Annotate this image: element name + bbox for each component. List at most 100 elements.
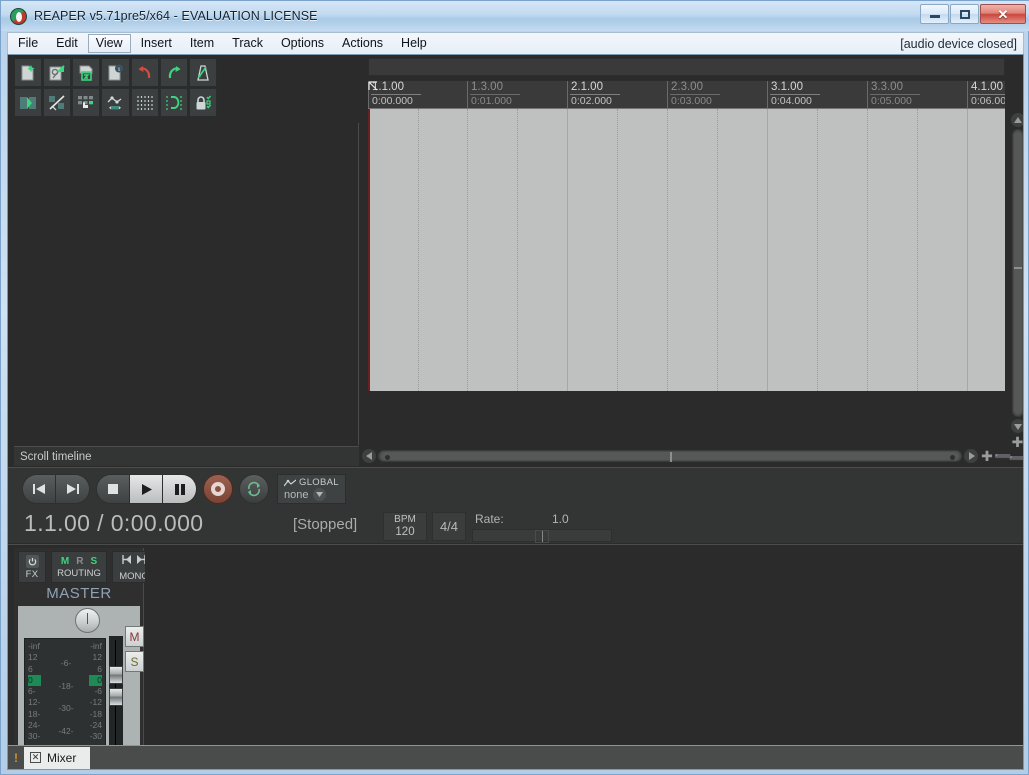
repeat-button[interactable]: [239, 474, 269, 504]
play-button[interactable]: [130, 475, 163, 503]
playback-time-display[interactable]: 1.1.00 / 0:00.000: [24, 510, 203, 537]
stop-button[interactable]: [97, 475, 130, 503]
fx-button[interactable]: FX: [18, 551, 46, 583]
solo-button[interactable]: S: [125, 651, 144, 672]
zoom-in-button[interactable]: ✚: [980, 449, 994, 463]
mute-label: M: [129, 629, 140, 644]
pause-button[interactable]: [163, 475, 196, 503]
grid-line: [967, 109, 968, 391]
vertical-scroll-track[interactable]: [1011, 129, 1023, 417]
bpm-control[interactable]: BPM 120: [383, 512, 427, 541]
menu-bar: File Edit View Insert Item Track Options…: [7, 32, 1024, 54]
scroll-handle-right[interactable]: [950, 455, 955, 460]
ruler-measure: 1.3.00: [470, 81, 520, 95]
scroll-up-arrow-icon[interactable]: [1010, 113, 1023, 127]
grid-line: [567, 109, 568, 391]
horizontal-scroll-track[interactable]: [378, 450, 962, 462]
master-volume-fader[interactable]: [109, 636, 123, 745]
scroll-handle-left[interactable]: [385, 455, 390, 460]
record-button[interactable]: [203, 474, 233, 504]
routing-button[interactable]: M R S ROUTING: [51, 551, 107, 583]
menu-item-track[interactable]: Track: [224, 34, 271, 53]
svg-text:i: i: [119, 66, 121, 73]
menu-item-item[interactable]: Item: [182, 34, 222, 53]
close-icon[interactable]: ✕: [30, 752, 41, 763]
envelope-icon[interactable]: [101, 88, 130, 117]
redo-icon[interactable]: [159, 58, 188, 87]
item-split-icon[interactable]: [14, 88, 43, 117]
meter-label: -30: [89, 731, 102, 742]
app-body: i Scroll timeline 1.1.00 0:00.000 1.3.00…: [7, 54, 1024, 746]
ruler-mark: 2.3.00 0:03.000: [667, 81, 720, 108]
record-icon: [211, 482, 225, 496]
vertical-scroll-thumb[interactable]: [1013, 132, 1022, 414]
arrange-empty-area[interactable]: [368, 391, 1005, 443]
meter-label: 30-: [28, 731, 41, 742]
save-project-icon[interactable]: [72, 58, 101, 87]
minimize-button[interactable]: [920, 4, 949, 24]
audio-device-status: [audio device closed]: [900, 36, 1017, 51]
meter-label: 12: [92, 652, 102, 663]
meter-label: 18-: [28, 708, 41, 719]
vertical-scrollbar[interactable]: ✚ ➖: [1009, 113, 1023, 465]
grid-toggle-icon[interactable]: [130, 88, 159, 117]
scroll-left-arrow-icon[interactable]: [362, 449, 376, 463]
rate-slider-thumb[interactable]: [535, 530, 549, 543]
meter-label: -24: [89, 720, 102, 731]
menu-item-file[interactable]: File: [10, 34, 46, 53]
status-strip: Scroll timeline: [14, 446, 359, 466]
new-project-icon[interactable]: [14, 58, 43, 87]
track-control-panel-area[interactable]: [14, 123, 359, 445]
zoom-out-vertical-button[interactable]: ➖: [1009, 451, 1023, 465]
go-to-end-button[interactable]: [56, 475, 89, 503]
automation-scope-label: GLOBAL: [299, 477, 339, 488]
arrange-canvas[interactable]: [368, 108, 1005, 391]
automation-mode-selector[interactable]: GLOBAL none: [277, 474, 346, 504]
fader-handle-right[interactable]: [109, 688, 123, 706]
undo-icon[interactable]: [130, 58, 159, 87]
chevron-down-icon[interactable]: [313, 488, 327, 501]
mixer-empty-area[interactable]: [145, 548, 1019, 745]
menu-item-actions[interactable]: Actions: [334, 34, 391, 53]
menu-item-view[interactable]: View: [87, 34, 131, 53]
loop-toggle-icon[interactable]: [159, 88, 188, 117]
arrange-top-strip[interactable]: [368, 58, 1005, 76]
rate-slider-track[interactable]: [472, 529, 612, 543]
project-settings-icon[interactable]: i: [101, 58, 130, 87]
docker-tab-mixer[interactable]: ✕ Mixer: [24, 746, 91, 769]
grid-line: [467, 109, 468, 391]
mute-button[interactable]: M: [125, 626, 144, 647]
menu-item-edit[interactable]: Edit: [48, 34, 86, 53]
pan-knob[interactable]: [75, 608, 100, 633]
scroll-down-arrow-icon[interactable]: [1010, 419, 1023, 433]
alert-indicator[interactable]: !: [14, 751, 18, 765]
menu-item-insert[interactable]: Insert: [133, 34, 180, 53]
go-to-start-button[interactable]: [23, 475, 56, 503]
fader-handle-left[interactable]: [109, 666, 123, 684]
menu-item-options[interactable]: Options: [273, 34, 332, 53]
bpm-value: 120: [395, 526, 415, 538]
metronome-icon[interactable]: [188, 58, 217, 87]
mute-solo-buttons: M S: [125, 626, 145, 676]
open-project-icon[interactable]: [43, 58, 72, 87]
meter-label: -30-: [58, 703, 74, 714]
item-crossfade-icon[interactable]: [43, 88, 72, 117]
menu-item-help[interactable]: Help: [393, 34, 435, 53]
meter-scale-right: -inf 12 6 0 -6 -12 -18 -24 -30 -36 -42 -…: [80, 641, 102, 745]
zoom-in-vertical-button[interactable]: ✚: [1011, 435, 1023, 449]
grid-line: [517, 109, 518, 391]
timeline-ruler[interactable]: 1.1.00 0:00.000 1.3.00 0:01.000 2.1.00 0…: [368, 80, 1005, 108]
ruler-time: 0:05.000: [871, 95, 912, 107]
ruler-measure: 3.1.00: [770, 81, 820, 95]
maximize-button[interactable]: [950, 4, 979, 24]
lock-toggle-icon[interactable]: [188, 88, 217, 117]
time-signature-control[interactable]: 4/4: [432, 512, 466, 541]
meter-label-zero: 0: [89, 674, 102, 687]
ruler-mark: 1.3.00 0:01.000: [467, 81, 520, 108]
close-button[interactable]: ✕: [980, 4, 1026, 24]
grid-line: [667, 109, 668, 391]
master-track-name[interactable]: MASTER: [14, 585, 144, 602]
mouse-modifier-icon[interactable]: [72, 88, 101, 117]
scroll-right-arrow-icon[interactable]: [964, 449, 978, 463]
horizontal-scrollbar[interactable]: ✚ ➖: [362, 448, 1012, 464]
